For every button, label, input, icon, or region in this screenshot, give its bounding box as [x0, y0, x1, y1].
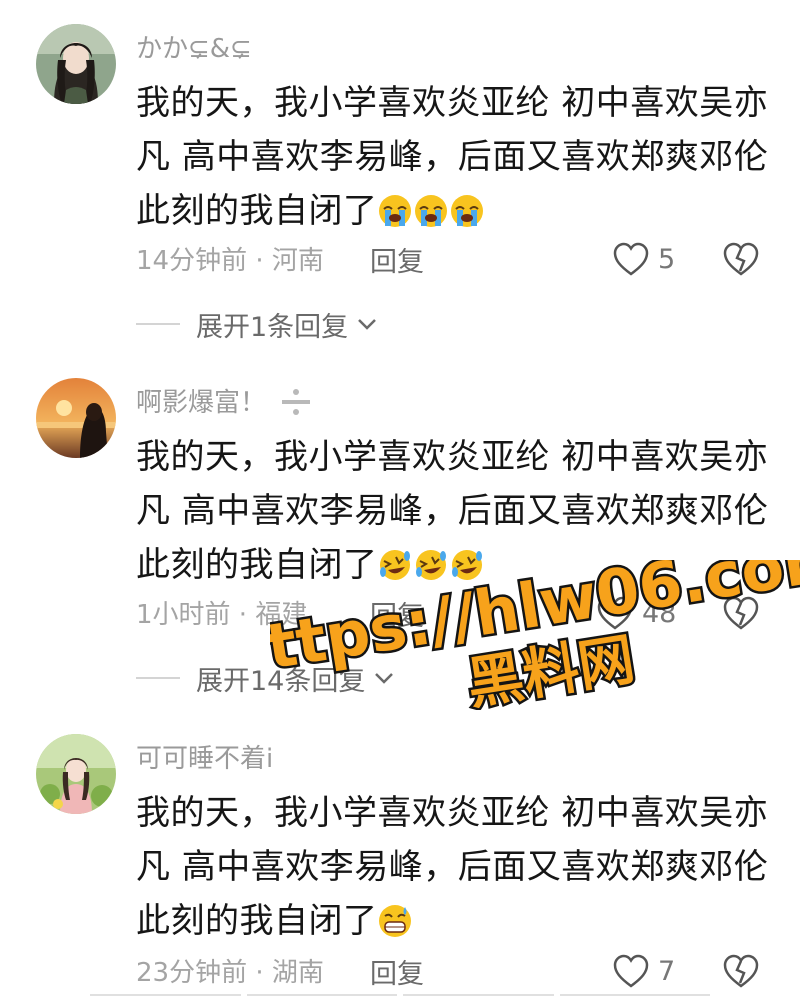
broken-heart-icon[interactable] — [722, 595, 760, 631]
divider — [136, 323, 180, 325]
laughing-emoji-icon — [451, 550, 482, 580]
crying-emoji-icon — [414, 195, 447, 227]
reply-button[interactable]: 回复 — [370, 952, 424, 991]
reply-button[interactable]: 回复 — [370, 240, 424, 279]
username[interactable]: 啊影爆富！ — [136, 382, 266, 419]
divider — [403, 994, 554, 1000]
comment-item: 可可睡不着i 我的天，我小学喜欢炎亚纶 初中喜欢吴亦凡 高中喜欢李易峰，后面又喜… — [0, 734, 800, 1000]
broken-heart-icon[interactable] — [722, 241, 760, 277]
grinning-sweat-emoji-icon — [378, 905, 411, 937]
expand-replies-label: 展开1条回复 — [196, 311, 349, 343]
heart-icon — [613, 954, 649, 988]
like-button[interactable]: 5 — [612, 239, 675, 279]
bottom-divider — [90, 994, 710, 1000]
divider — [136, 677, 180, 679]
avatar[interactable] — [36, 24, 116, 104]
like-count: 48 — [642, 597, 677, 629]
reply-button[interactable]: 回复 — [370, 594, 424, 633]
broken-heart-icon[interactable] — [722, 953, 760, 989]
heart-icon — [613, 242, 649, 276]
divider — [90, 994, 241, 1000]
chevron-down-icon — [358, 319, 377, 330]
expand-replies-label: 展开14条回复 — [196, 665, 366, 697]
username[interactable]: 可可睡不着i — [136, 738, 273, 775]
comment-body: 我的天，我小学喜欢炎亚纶 初中喜欢吴亦凡 高中喜欢李易峰，后面又喜欢郑爽邓伦此刻… — [136, 793, 769, 941]
expand-replies[interactable]: 展开14条回复 — [136, 658, 397, 698]
comment-item: かか⊊&⊊ 我的天，我小学喜欢炎亚纶 初中喜欢吴亦凡 高中喜欢李易峰，后面又喜欢… — [0, 24, 800, 354]
laughing-emoji-icon — [379, 550, 410, 580]
divider — [559, 994, 710, 1000]
comment-item: 啊影爆富！ 我的天，我小学喜欢炎亚纶 初中喜欢吴亦凡 高中喜欢李易峰，后面又喜欢… — [0, 378, 800, 708]
crying-emoji-icon — [378, 195, 411, 227]
avatar[interactable] — [36, 378, 116, 458]
divide-icon — [282, 389, 310, 415]
expand-replies[interactable]: 展开1条回复 — [136, 304, 380, 344]
like-button[interactable]: 7 — [612, 951, 675, 991]
like-button[interactable]: 48 — [596, 593, 676, 633]
laughing-emoji-icon — [415, 550, 446, 580]
comment-text: 我的天，我小学喜欢炎亚纶 初中喜欢吴亦凡 高中喜欢李易峰，后面又喜欢郑爽邓伦此刻… — [136, 76, 776, 238]
like-count: 7 — [658, 955, 676, 987]
chevron-down-icon — [375, 673, 394, 684]
avatar[interactable] — [36, 734, 116, 814]
like-count: 5 — [658, 243, 676, 275]
comment-meta: 14分钟前 · 河南 — [136, 246, 324, 276]
comment-text: 我的天，我小学喜欢炎亚纶 初中喜欢吴亦凡 高中喜欢李易峰，后面又喜欢郑爽邓伦此刻… — [136, 430, 776, 592]
username[interactable]: かか⊊&⊊ — [136, 28, 252, 65]
comment-text: 我的天，我小学喜欢炎亚纶 初中喜欢吴亦凡 高中喜欢李易峰，后面又喜欢郑爽邓伦此刻… — [136, 786, 776, 948]
divider — [246, 994, 397, 1000]
comment-meta: 23分钟前 · 湖南 — [136, 958, 324, 988]
comment-meta: 1小时前 · 福建 — [136, 600, 308, 630]
comment-list: かか⊊&⊊ 我的天，我小学喜欢炎亚纶 初中喜欢吴亦凡 高中喜欢李易峰，后面又喜欢… — [0, 0, 800, 1000]
heart-icon — [597, 596, 633, 630]
crying-emoji-icon — [450, 195, 483, 227]
